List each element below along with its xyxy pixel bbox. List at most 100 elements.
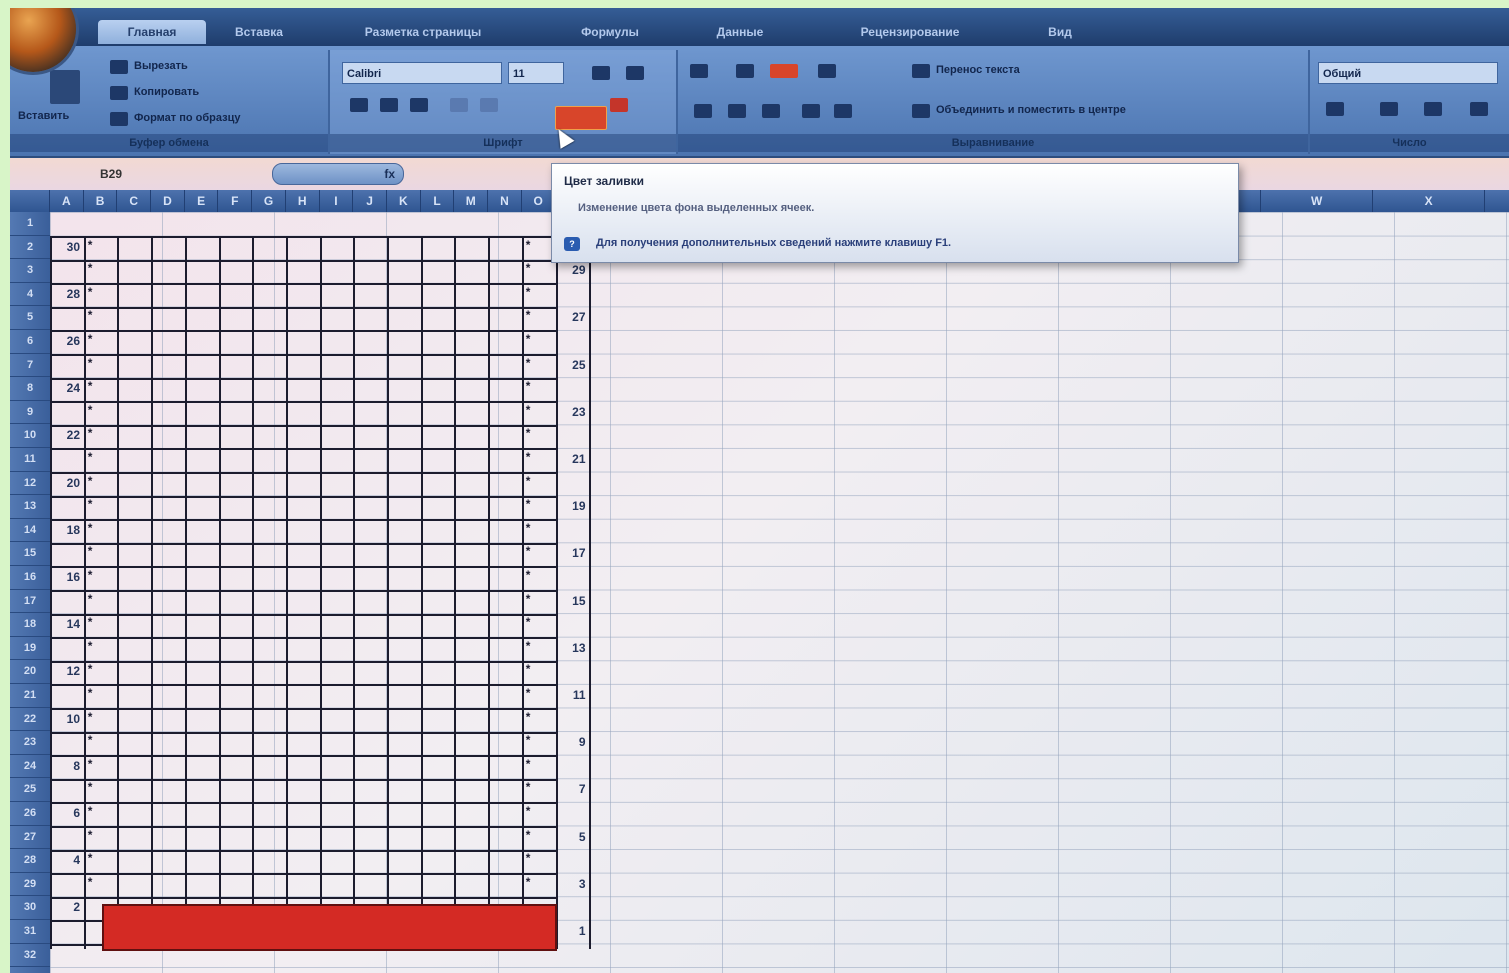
column-header-k[interactable]: K	[387, 190, 421, 212]
cell-b27-marker[interactable]: *	[88, 828, 93, 842]
bold-icon[interactable]	[350, 98, 368, 112]
row-header-18[interactable]: 18	[10, 613, 50, 637]
copy-icon[interactable]	[110, 86, 128, 100]
column-header-m[interactable]: M	[454, 190, 489, 212]
cell-a30[interactable]: 2	[48, 900, 80, 914]
cell-o15-marker[interactable]: *	[526, 544, 531, 558]
cell-b13-marker[interactable]: *	[88, 497, 93, 511]
cell-p29[interactable]: 3	[554, 877, 586, 891]
tab-insert[interactable]: Вставка	[214, 20, 304, 44]
cell-o8-marker[interactable]: *	[526, 379, 531, 393]
row-header-19[interactable]: 19	[10, 637, 50, 661]
row-header-15[interactable]: 15	[10, 542, 50, 566]
cell-b16-marker[interactable]: *	[88, 568, 93, 582]
cell-p23[interactable]: 9	[554, 735, 586, 749]
cell-b28-marker[interactable]: *	[88, 851, 93, 865]
cell-a22[interactable]: 10	[48, 712, 80, 726]
column-header-b[interactable]: B	[84, 190, 118, 212]
cell-o4-marker[interactable]: *	[526, 285, 531, 299]
row-header-5[interactable]: 5	[10, 306, 50, 330]
tab-data[interactable]: Данные	[690, 20, 790, 44]
row-header-22[interactable]: 22	[10, 708, 50, 732]
cell-o18-marker[interactable]: *	[526, 615, 531, 629]
cell-b4-marker[interactable]: *	[88, 285, 93, 299]
cell-o16-marker[interactable]: *	[526, 568, 531, 582]
tab-formulas[interactable]: Формулы	[550, 20, 670, 44]
row-header-1[interactable]: 1	[10, 212, 50, 236]
grow-font-icon[interactable]	[592, 66, 610, 80]
column-header-j[interactable]: J	[353, 190, 387, 212]
cell-b6-marker[interactable]: *	[88, 332, 93, 346]
row-header-27[interactable]: 27	[10, 826, 50, 850]
decimal-icon[interactable]	[1470, 102, 1488, 116]
cell-o22-marker[interactable]: *	[526, 710, 531, 724]
cell-b14-marker[interactable]: *	[88, 521, 93, 535]
filled-cell-range[interactable]	[102, 904, 557, 951]
copy-button[interactable]: Копировать	[134, 86, 294, 98]
tab-page-layout[interactable]: Разметка страницы	[318, 20, 528, 44]
cell-b9-marker[interactable]: *	[88, 403, 93, 417]
row-header-28[interactable]: 28	[10, 849, 50, 873]
cell-b11-marker[interactable]: *	[88, 450, 93, 464]
cell-a12[interactable]: 20	[48, 476, 80, 490]
cell-b17-marker[interactable]: *	[88, 592, 93, 606]
cell-p31[interactable]: 1	[554, 924, 586, 938]
cell-o28-marker[interactable]: *	[526, 851, 531, 865]
cell-b2-marker[interactable]: *	[88, 238, 93, 252]
align-middle-icon[interactable]	[736, 64, 754, 78]
cell-b26-marker[interactable]: *	[88, 804, 93, 818]
cell-a6[interactable]: 26	[48, 334, 80, 348]
cell-b12-marker[interactable]: *	[88, 474, 93, 488]
font-name-select[interactable]: Calibri	[342, 62, 502, 84]
align-top-icon[interactable]	[690, 64, 708, 78]
cell-a14[interactable]: 18	[48, 523, 80, 537]
align-center-icon[interactable]	[728, 104, 746, 118]
row-header-8[interactable]: 8	[10, 377, 50, 401]
cell-p25[interactable]: 7	[554, 782, 586, 796]
font-size-select[interactable]: 11	[508, 62, 564, 84]
cell-a28[interactable]: 4	[48, 853, 80, 867]
cell-o26-marker[interactable]: *	[526, 804, 531, 818]
row-header-6[interactable]: 6	[10, 330, 50, 354]
column-header-c[interactable]: C	[117, 190, 152, 212]
cell-a4[interactable]: 28	[48, 287, 80, 301]
column-header-n[interactable]: N	[488, 190, 522, 212]
paste-icon[interactable]	[50, 70, 80, 104]
row-header-24[interactable]: 24	[10, 755, 50, 779]
row-header-30[interactable]: 30	[10, 896, 50, 920]
shrink-font-icon[interactable]	[626, 66, 644, 80]
number-format-select[interactable]: Общий	[1318, 62, 1498, 84]
tab-home[interactable]: Главная	[98, 20, 206, 44]
cell-p3[interactable]: 29	[554, 263, 585, 277]
align-bottom-icon[interactable]	[770, 64, 798, 78]
cell-a8[interactable]: 24	[48, 381, 80, 395]
row-header-10[interactable]: 10	[10, 424, 50, 448]
format-painter-button[interactable]: Формат по образцу	[134, 112, 324, 124]
cell-o12-marker[interactable]: *	[526, 474, 531, 488]
format-painter-icon[interactable]	[110, 112, 128, 126]
cell-o6-marker[interactable]: *	[526, 332, 531, 346]
cell-o3-marker[interactable]: *	[526, 261, 531, 275]
cell-b8-marker[interactable]: *	[88, 379, 93, 393]
cell-o10-marker[interactable]: *	[526, 426, 531, 440]
cell-o29-marker[interactable]: *	[526, 875, 531, 889]
cell-b29-marker[interactable]: *	[88, 875, 93, 889]
column-header-i[interactable]: I	[320, 190, 354, 212]
scissors-icon[interactable]	[110, 60, 128, 74]
wrap-text-button[interactable]: Перенос текста	[936, 64, 1096, 76]
row-header-29[interactable]: 29	[10, 873, 50, 897]
name-box[interactable]: B29	[30, 163, 260, 185]
cell-b7-marker[interactable]: *	[88, 356, 93, 370]
cell-p27[interactable]: 5	[554, 830, 586, 844]
cell-p7[interactable]: 25	[554, 358, 585, 372]
currency-icon[interactable]	[1326, 102, 1344, 116]
row-header-31[interactable]: 31	[10, 920, 50, 944]
cell-p11[interactable]: 21	[554, 452, 585, 466]
orientation-icon[interactable]	[818, 64, 836, 78]
wrap-text-icon[interactable]	[912, 64, 930, 78]
cell-o7-marker[interactable]: *	[526, 356, 531, 370]
row-header-12[interactable]: 12	[10, 472, 50, 496]
cell-a16[interactable]: 16	[48, 570, 80, 584]
column-header-f[interactable]: F	[219, 190, 253, 212]
increase-indent-icon[interactable]	[834, 104, 852, 118]
